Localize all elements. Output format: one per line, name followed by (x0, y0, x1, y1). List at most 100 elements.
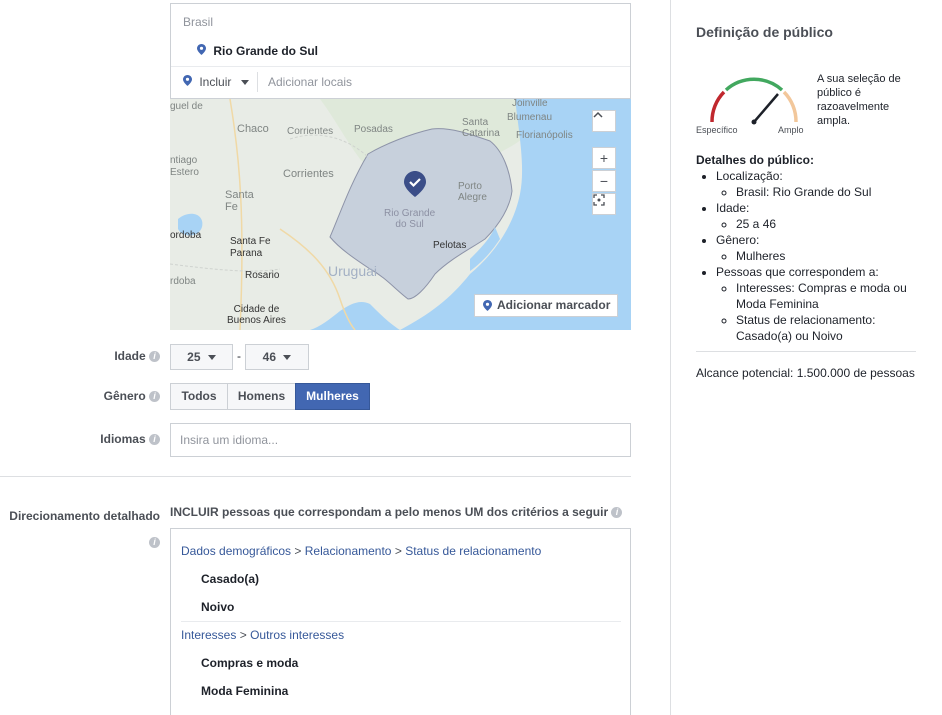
location-pin-icon (197, 44, 206, 55)
targeting-item[interactable]: Compras e moda (201, 656, 298, 670)
info-icon[interactable]: i (149, 434, 160, 446)
map-label: guel de (170, 101, 203, 112)
detail-match: Pessoas que correspondem a: Interesses: … (716, 264, 926, 344)
age-min-select[interactable]: 25 (170, 344, 233, 370)
location-pin-icon (183, 75, 192, 86)
expand-icon (593, 194, 605, 206)
info-icon[interactable]: i (149, 391, 160, 403)
map-label: Uruguai (328, 263, 378, 279)
targeting-item[interactable]: Moda Feminina (201, 684, 288, 698)
age-max-value: 46 (262, 350, 276, 364)
zoom-in-button[interactable]: + (592, 147, 616, 169)
languages-label: Idiomas (100, 432, 146, 446)
gender-row-label: Gênero i (60, 389, 160, 403)
detailed-targeting-box: Dados demográficos > Relacionamento > St… (170, 528, 631, 715)
age-label: Idade (114, 349, 146, 363)
map-label: rdoba (170, 276, 196, 287)
languages-row-label: Idiomas i (60, 432, 160, 446)
targeting-item[interactable]: Casado(a) (201, 572, 259, 586)
breadcrumb-link[interactable]: Outros interesses (250, 628, 344, 642)
map-label: Florianópolis (516, 130, 573, 141)
section-divider (0, 476, 631, 477)
info-icon[interactable]: i (149, 535, 160, 549)
detail-value: Status de relacionamento: Casado(a) ou N… (736, 312, 926, 344)
detail-age: Idade: 25 a 46 (716, 200, 926, 232)
breadcrumb-separator: > (294, 544, 302, 558)
detail-label: Localização: (716, 169, 783, 183)
gauge-icon (710, 77, 798, 125)
include-divider (257, 72, 258, 92)
gender-option-homens[interactable]: Homens (227, 383, 296, 410)
detail-label: Pessoas que correspondem a: (716, 265, 879, 279)
location-region-label: Rio Grande do Sul (213, 44, 319, 58)
breadcrumb: Dados demográficos > Relacionamento > St… (181, 544, 541, 558)
map-label: Corrientes (283, 168, 334, 180)
map-marker-icon[interactable] (404, 171, 426, 197)
add-marker-label: Adicionar marcador (497, 298, 611, 312)
audience-details-heading: Detalhes do público: (696, 153, 815, 167)
detail-label: Gênero: (716, 233, 760, 247)
detail-value: Mulheres (736, 248, 926, 264)
gender-option-mulheres[interactable]: Mulheres (295, 383, 370, 410)
info-icon[interactable]: i (149, 351, 160, 363)
breadcrumb: Interesses > Outros interesses (181, 628, 344, 642)
detail-value: Interesses: Compras e moda ou Moda Femin… (736, 280, 926, 312)
location-map[interactable]: guel de Joinville Blumenau Santa Catarin… (170, 99, 631, 330)
chevron-down-icon (240, 80, 249, 86)
detail-label: Idade: (716, 201, 750, 215)
age-min-value: 25 (187, 350, 201, 364)
targeting-item[interactable]: Noivo (201, 600, 234, 614)
breadcrumb-link[interactable]: Relacionamento (305, 544, 392, 558)
map-label: Cidade de Buenos Aires (227, 304, 286, 326)
add-marker-button[interactable]: Adicionar marcador (474, 294, 618, 317)
map-label: Porto Alegre (458, 181, 487, 203)
map-label: Blumenau (507, 112, 553, 123)
detail-location: Localização: Brasil: Rio Grande do Sul (716, 168, 926, 200)
detail-gender: Gênero: Mulheres (716, 232, 926, 264)
info-icon[interactable]: i (611, 507, 623, 519)
breadcrumb-link[interactable]: Interesses (181, 628, 236, 642)
map-label: Rosario (245, 270, 280, 281)
audience-gauge (704, 72, 804, 131)
potential-reach: Alcance potencial: 1.500.000 de pessoas (696, 366, 915, 380)
location-box: Brasil Rio Grande do Sul Incluir Adicion… (170, 3, 631, 99)
map-label: Chaco (237, 123, 269, 135)
include-dropdown[interactable]: Incluir (183, 75, 249, 89)
location-separator (171, 66, 630, 67)
breadcrumb-separator: > (239, 628, 247, 642)
age-row-label: Idade i (60, 349, 160, 363)
detailed-prompt-text: INCLUIR pessoas que correspondam a pelo … (170, 505, 609, 519)
audience-definition-title: Definição de público (696, 24, 833, 40)
map-label: Corrientes (287, 126, 334, 137)
location-region-item[interactable]: Rio Grande do Sul (197, 44, 318, 58)
chevron-down-icon (207, 355, 216, 361)
add-locations-input[interactable]: Adicionar locais (268, 75, 352, 89)
map-label: ordoba (170, 230, 202, 241)
language-input[interactable]: Insira um idioma... (170, 423, 631, 457)
map-label: Rio Grande do Sul (384, 208, 436, 230)
gender-option-todos[interactable]: Todos (170, 383, 228, 410)
zoom-out-button[interactable]: − (592, 170, 616, 192)
breadcrumb-link[interactable]: Dados demográficos (181, 544, 291, 558)
map-collapse-button[interactable] (592, 110, 616, 132)
location-country: Brasil (183, 15, 214, 29)
group-divider (181, 621, 621, 622)
age-max-select[interactable]: 46 (245, 344, 309, 370)
audience-details-list: Localização: Brasil: Rio Grande do Sul I… (696, 168, 926, 344)
detail-value: 25 a 46 (736, 216, 926, 232)
breadcrumb-separator: > (394, 544, 402, 558)
gauge-specific-label: Específico (696, 125, 738, 135)
map-label: Santa Catarina (462, 117, 500, 139)
map-label: Santa Fe (225, 189, 254, 213)
sidebar-divider (696, 351, 916, 352)
map-label: Posadas (354, 124, 393, 135)
breadcrumb-link[interactable]: Status de relacionamento (405, 544, 541, 558)
chevron-down-icon (283, 355, 292, 361)
map-label: ntiago Estero (170, 155, 199, 178)
fit-bounds-button[interactable] (592, 193, 616, 215)
chevron-up-icon (593, 111, 603, 118)
age-dash: - (237, 349, 241, 363)
include-label: Incluir (199, 75, 232, 89)
audience-description: A sua seleção de público é razoavelmente… (817, 73, 901, 127)
gender-label: Gênero (103, 389, 146, 403)
